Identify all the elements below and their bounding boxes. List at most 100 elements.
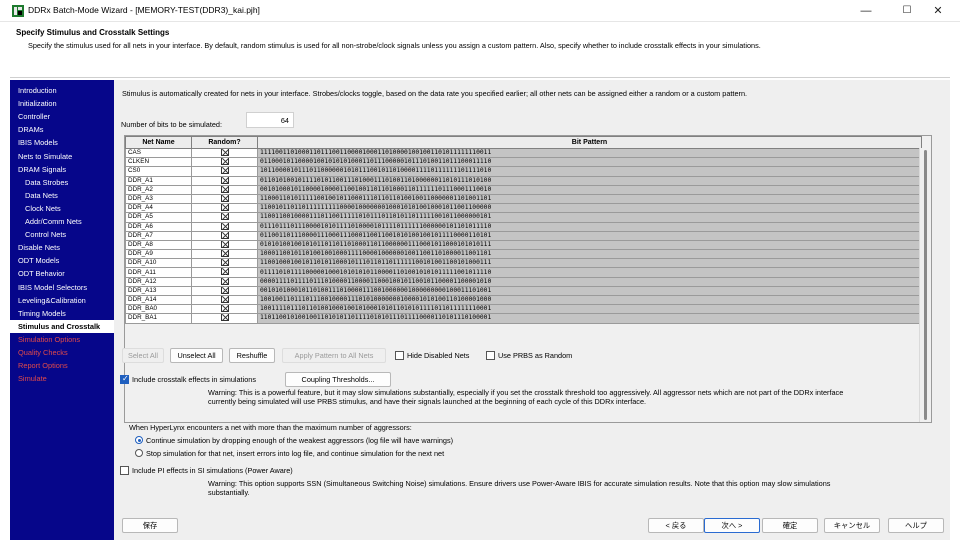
bit-pattern-cell[interactable]: 0101010010010101101101101000110110000001… (257, 239, 922, 251)
grid-row[interactable]: CAS 1111001101000110111001100001000110100… (125, 147, 922, 159)
random-cell[interactable] (191, 304, 258, 315)
bit-pattern-cell[interactable]: 0111101011110000010001010101011000011010… (257, 267, 922, 278)
bit-pattern-cell[interactable]: 1101100101001001101010110111101010111011… (257, 313, 922, 324)
grid-row[interactable]: CS0 1011000010111011000000101011100101101… (125, 166, 922, 177)
aggressors-option2-row[interactable]: Stop simulation for that net, insert err… (135, 449, 444, 459)
aggressors-option2-radio[interactable] (135, 449, 143, 458)
random-cell[interactable] (191, 157, 258, 168)
bit-pattern-cell[interactable]: 1011000010111011000000101011100101101000… (257, 166, 922, 177)
random-checkbox[interactable] (220, 232, 229, 239)
sidebar-item[interactable]: Quality Checks (10, 346, 114, 359)
random-cell[interactable] (191, 239, 258, 251)
random-checkbox[interactable] (220, 158, 229, 166)
random-cell[interactable] (191, 258, 258, 269)
coupling-thresholds-button[interactable]: Coupling Thresholds... (285, 372, 391, 387)
use-prbs-checkbox[interactable] (486, 350, 495, 360)
sidebar-item[interactable]: IBIS Models (10, 136, 114, 149)
bit-pattern-cell[interactable]: 0111011101110000101011110100001011110111… (257, 221, 922, 232)
grid-row[interactable]: DDR_A6 0111011101110000101011110100001011… (125, 221, 922, 232)
grid-row[interactable]: DDR_A8 0101010010010101101101101000110110… (125, 239, 922, 251)
bit-pattern-cell[interactable]: 0010100010110000100001100100110110100011… (257, 184, 922, 195)
random-cell[interactable] (191, 249, 258, 260)
grid-row[interactable]: DDR_A10 110010001001011010110001011101101… (125, 258, 922, 269)
sidebar-item[interactable]: DRAMs (10, 123, 114, 136)
unselect-all-button[interactable]: Unselect All (170, 348, 223, 363)
reshuffle-button[interactable]: Reshuffle (229, 348, 275, 363)
random-cell[interactable] (191, 276, 258, 287)
grid-row[interactable]: DDR_A11 011110101111000001000101010101100… (125, 267, 922, 278)
aggressors-option1-row[interactable]: Continue simulation by dropping enough o… (135, 436, 453, 446)
bit-pattern-cell[interactable]: 1000110010110100100100011110000100000010… (257, 249, 922, 260)
column-header-random[interactable]: Random? (191, 136, 258, 149)
grid-row[interactable]: DDR_A14 100100110111011100100001110101000… (125, 294, 922, 306)
grid-row[interactable]: DDR_A3 1100011010111110010010110001110110… (125, 193, 922, 205)
random-checkbox[interactable] (220, 314, 229, 322)
back-button[interactable]: < 戻る (648, 518, 704, 533)
bit-pattern-cell[interactable]: 0010101000101101001110100001110010000001… (257, 285, 922, 297)
sidebar-item[interactable]: Stimulus and Crosstalk (10, 319, 114, 333)
random-cell[interactable] (191, 212, 258, 223)
random-checkbox[interactable] (220, 305, 229, 313)
grid-row[interactable]: CLKEN 01100010110000100101010100011011100… (125, 157, 922, 168)
random-cell[interactable] (191, 166, 258, 177)
random-checkbox[interactable] (220, 259, 229, 267)
sidebar-item[interactable]: Data Nets (10, 189, 114, 202)
grid-row[interactable]: DDR_A2 0010100010110000100001100100110110… (125, 184, 922, 195)
random-checkbox[interactable] (220, 186, 229, 193)
cancel-button[interactable]: キャンセル (824, 518, 880, 533)
sidebar-item[interactable]: Nets to Simulate (10, 150, 114, 163)
sidebar-item[interactable]: ODT Behavior (10, 267, 114, 280)
random-cell[interactable] (191, 267, 258, 278)
sidebar-item[interactable]: Timing Models (10, 307, 114, 320)
random-cell[interactable] (191, 230, 258, 241)
save-button[interactable]: 保存 (122, 518, 178, 533)
random-cell[interactable] (191, 313, 258, 324)
sidebar-item[interactable]: Leveling&Calibration (10, 294, 114, 307)
random-checkbox[interactable] (220, 213, 229, 221)
sidebar-item[interactable]: ODT Models (10, 254, 114, 267)
grid-row[interactable]: DDR_BA1 110110010100100110101011011110101… (125, 313, 922, 324)
sidebar-item[interactable]: Disable Nets (10, 241, 114, 254)
sidebar-item[interactable]: Simulation Options (10, 333, 114, 346)
maximize-button[interactable]: ☐ (893, 2, 921, 20)
random-checkbox[interactable] (220, 268, 229, 276)
close-button[interactable]: ✕ (924, 2, 952, 20)
minimize-button[interactable]: — (852, 2, 880, 20)
bit-pattern-cell[interactable]: 1001001101110111001000011101010000000100… (257, 294, 922, 306)
random-cell[interactable] (191, 147, 258, 159)
random-checkbox[interactable] (220, 167, 229, 175)
sidebar-item[interactable]: DRAM Signals (10, 163, 114, 176)
random-cell[interactable] (191, 203, 258, 214)
pi-effects-checkbox[interactable] (120, 465, 129, 475)
column-header-net[interactable]: Net Name (125, 136, 192, 149)
random-cell[interactable] (191, 175, 258, 186)
grid-row[interactable]: DDR_A1 0110101001011110101100111010001110… (125, 175, 922, 186)
bit-pattern-cell[interactable]: 0110011011100001110001110001100110010101… (257, 230, 922, 241)
sidebar-item[interactable]: Clock Nets (10, 202, 114, 215)
grid-row[interactable]: DDR_A12 000011110111101110100001100001100… (125, 276, 922, 287)
aggressors-option1-radio[interactable] (135, 436, 143, 445)
bit-pattern-cell[interactable]: 0000111101111011101000011000011000100101… (257, 276, 922, 287)
random-checkbox[interactable] (220, 195, 229, 202)
sidebar-item[interactable]: Data Strobes (10, 176, 114, 189)
bit-pattern-cell[interactable]: 1100011010111110010010110001110110110100… (257, 193, 922, 205)
help-button[interactable]: ヘルプ (888, 518, 944, 533)
random-checkbox[interactable] (220, 287, 229, 294)
random-cell[interactable] (191, 184, 258, 195)
hide-disabled-row[interactable]: Hide Disabled Nets (395, 350, 469, 361)
random-checkbox[interactable] (220, 250, 229, 258)
random-cell[interactable] (191, 221, 258, 232)
grid-row[interactable]: DDR_A7 0110011011100001110001110001100110… (125, 230, 922, 241)
grid-scrollbar-thumb[interactable] (924, 150, 927, 420)
sidebar-item[interactable]: Controller (10, 110, 114, 123)
random-checkbox[interactable] (220, 223, 229, 230)
next-button[interactable]: 次へ > (704, 518, 760, 533)
confirm-button[interactable]: 確定 (762, 518, 818, 533)
bit-pattern-cell[interactable]: 0110101001011110101100111010001110100110… (257, 175, 922, 186)
random-cell[interactable] (191, 294, 258, 306)
bit-pattern-cell[interactable]: 1001111011101101001000100101000101011010… (257, 304, 922, 315)
select-all-button[interactable]: Select All (122, 348, 164, 363)
grid-scrollbar[interactable] (919, 148, 931, 422)
random-checkbox[interactable] (220, 177, 229, 184)
bit-pattern-cell[interactable]: 1100100010010110101100010111011011011111… (257, 258, 922, 269)
